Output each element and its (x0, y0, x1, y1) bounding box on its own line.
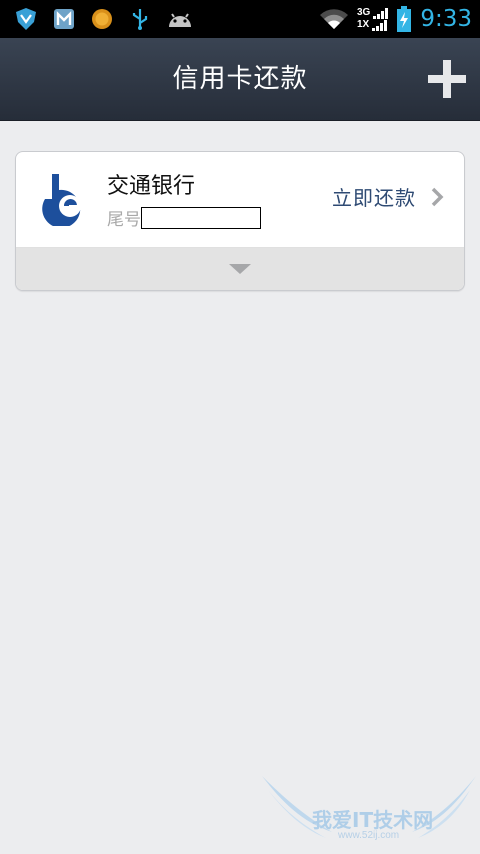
clock: 9:33 (420, 6, 472, 32)
status-bar: 3G 1X 9:33 (0, 0, 480, 38)
bank-name: 交通银行 (107, 174, 196, 199)
credit-card-item[interactable]: 交通银行 尾号 立即还款 (15, 151, 465, 291)
notification-icons (14, 7, 194, 31)
page-title: 信用卡还款 (172, 64, 308, 94)
network-indicator: 3G 1X (357, 7, 389, 31)
expand-toggle[interactable] (16, 247, 464, 290)
tail-label: 尾号 (107, 210, 141, 230)
title-bar: 信用卡还款 (0, 38, 480, 121)
system-icons: 3G 1X 9:33 (319, 4, 472, 34)
shield-icon (16, 8, 36, 30)
card-tail-number: 尾号 (107, 205, 261, 230)
card-main: 交通银行 尾号 立即还款 (16, 152, 464, 247)
network-type-bottom: 1X (357, 19, 370, 30)
watermark-text: 我爱IT技术网 (312, 808, 434, 832)
watermark: 我爱IT技术网 www.52ij.com (262, 772, 476, 848)
chevron-down-icon (229, 264, 251, 274)
bank-of-communications-logo (42, 174, 90, 226)
repay-now-label: 立即还款 (332, 186, 416, 210)
signal-icon-secondary (372, 20, 388, 31)
watermark-url: www.52ij.com (338, 830, 400, 841)
repay-now-button[interactable]: 立即还款 (332, 182, 444, 211)
android-icon (169, 13, 191, 27)
usb-icon (132, 9, 148, 30)
tail-number-redacted (141, 206, 261, 229)
add-card-button[interactable] (428, 60, 466, 98)
network-type-top: 3G (357, 7, 371, 18)
m-app-icon (54, 9, 74, 29)
signal-icon (373, 8, 389, 19)
wifi-icon (320, 9, 348, 29)
orange-circle-icon (92, 9, 112, 29)
battery-icon (397, 6, 412, 32)
chevron-right-icon (431, 187, 444, 206)
